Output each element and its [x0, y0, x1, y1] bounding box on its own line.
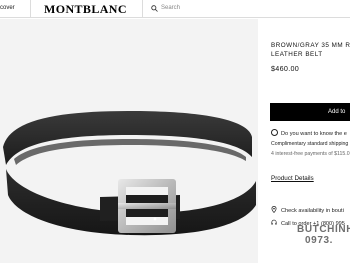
- montblanc-logo[interactable]: MONTBLANC: [44, 2, 127, 17]
- product-title: BROWN/GRAY 35 MM R LEATHER BELT: [271, 41, 350, 59]
- search-bar[interactable]: Search: [151, 3, 261, 15]
- add-to-bag-button[interactable]: Add to: [270, 103, 350, 121]
- discover-link[interactable]: cover: [0, 5, 15, 11]
- search-input[interactable]: Search: [161, 5, 180, 11]
- watermark-line2: 0973.: [305, 235, 334, 246]
- clock-icon: [271, 129, 278, 136]
- location-pin-icon: [271, 206, 277, 213]
- product-details-link[interactable]: Product Details: [271, 175, 314, 182]
- product-price: $460.00: [271, 64, 300, 73]
- product-image[interactable]: [0, 19, 258, 263]
- check-availability-text: Check availability in bouti: [281, 208, 344, 214]
- installments-text: 4 interest-free payments of $115.0: [271, 151, 350, 157]
- site-header: cover MONTBLANC Search: [0, 0, 350, 18]
- product-title-line1: BROWN/GRAY 35 MM R: [271, 42, 350, 49]
- check-availability-row[interactable]: Check availability in bouti: [271, 206, 344, 214]
- delivery-estimate-row[interactable]: Do you want to know the e: [271, 129, 347, 137]
- delivery-estimate-text: Do you want to know the e: [281, 131, 347, 137]
- watermark-line1: BUTCHINH: [297, 224, 350, 235]
- header-divider: [30, 0, 31, 18]
- header-divider: [142, 0, 143, 18]
- shipping-text: Complimentary standard shipping: [271, 141, 349, 147]
- headset-icon: [271, 219, 277, 225]
- belt-image: [3, 111, 256, 236]
- search-icon: [151, 5, 158, 12]
- product-title-line2: LEATHER BELT: [271, 51, 323, 58]
